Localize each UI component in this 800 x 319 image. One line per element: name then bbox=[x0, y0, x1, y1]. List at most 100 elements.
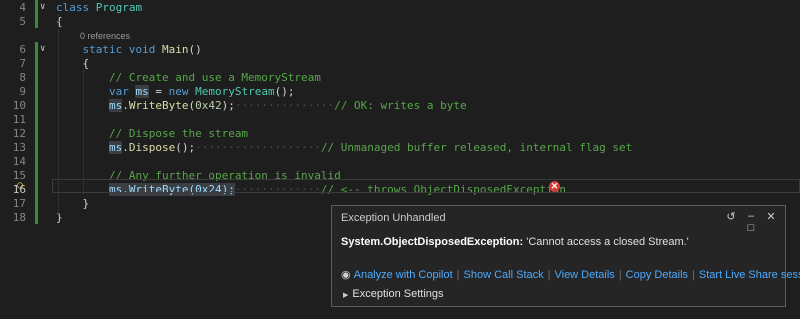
code-token: } bbox=[82, 197, 90, 210]
link-separator: | bbox=[456, 268, 460, 281]
line-number: 11 bbox=[12, 113, 26, 126]
code-token: } bbox=[56, 211, 63, 224]
code-line[interactable]: 8 // Create and use a MemoryStream bbox=[0, 71, 800, 85]
code-token: MemoryStream bbox=[195, 85, 275, 98]
line-number: 8 bbox=[19, 71, 26, 84]
lightbulb-icon[interactable]: ○ bbox=[17, 181, 27, 191]
code-editor[interactable]: 4 class Program 5{6 static void Main() 7 {8… bbox=[0, 0, 800, 319]
code-text: // Create and use a MemoryStream bbox=[56, 71, 321, 85]
code-text: { bbox=[56, 15, 63, 29]
code-line[interactable]: 11 bbox=[0, 113, 800, 127]
code-token: { bbox=[56, 15, 63, 28]
code-token: . bbox=[122, 99, 129, 112]
code-token: void bbox=[128, 43, 162, 56]
code-token: static bbox=[82, 43, 129, 56]
line-number: 4 bbox=[19, 1, 26, 14]
code-token: ··················· bbox=[195, 141, 321, 154]
code-token: class bbox=[56, 1, 96, 14]
code-token: = bbox=[148, 85, 169, 98]
code-line[interactable]: 5{ bbox=[0, 15, 800, 29]
code-text: } bbox=[56, 211, 63, 225]
exception-message: System.ObjectDisposedException: 'Cannot … bbox=[341, 236, 689, 248]
line-number: 6 bbox=[19, 43, 26, 56]
code-token: // Unmanaged buffer released, internal f… bbox=[320, 141, 633, 154]
analyze-with-copilot-link[interactable]: Analyze with Copilot bbox=[354, 269, 453, 281]
code-token: ms bbox=[108, 99, 123, 112]
link-separator: | bbox=[618, 268, 622, 281]
code-token: Dispose bbox=[128, 141, 176, 154]
exception-settings-label: Exception Settings bbox=[352, 288, 444, 300]
code-token: ); bbox=[221, 99, 235, 112]
exception-text: 'Cannot access a closed Stream.' bbox=[523, 236, 689, 248]
code-token: ms bbox=[108, 141, 123, 154]
code-token: var bbox=[108, 85, 136, 98]
link-separator: | bbox=[692, 268, 695, 281]
code-text: } bbox=[56, 197, 90, 211]
current-line-highlight bbox=[52, 179, 800, 193]
code-line[interactable]: 9 var ms = new MemoryStream(); bbox=[0, 85, 800, 99]
line-number: 7 bbox=[19, 57, 26, 70]
code-token: (); bbox=[175, 141, 196, 154]
code-token: ··············· bbox=[234, 99, 335, 112]
exception-settings-toggle[interactable]: ▶ Exception Settings bbox=[343, 288, 444, 300]
pin-icon[interactable]: –□ bbox=[745, 210, 757, 234]
code-line[interactable]: 4 class Program bbox=[0, 1, 800, 15]
copy-details-link[interactable]: Copy Details bbox=[626, 269, 688, 281]
line-number: 18 bbox=[12, 211, 26, 224]
code-text: // Dispose the stream bbox=[56, 127, 248, 141]
change-bar bbox=[35, 0, 38, 28]
popup-title: Exception Unhandled bbox=[341, 212, 446, 224]
code-token: new bbox=[168, 85, 196, 98]
code-text: { bbox=[56, 57, 90, 71]
code-text: static void Main() bbox=[56, 43, 202, 57]
code-token: Main bbox=[161, 43, 189, 56]
code-line[interactable]: 12 // Dispose the stream bbox=[0, 127, 800, 141]
code-line[interactable]: 13 ms.Dispose();···················// Un… bbox=[0, 141, 800, 155]
indent-guide bbox=[83, 70, 84, 194]
code-line[interactable]: 14 bbox=[0, 155, 800, 169]
copilot-icon: ◉ bbox=[341, 269, 351, 281]
code-token: () bbox=[188, 43, 202, 56]
fold-chevron-icon[interactable]: ∨ bbox=[40, 44, 50, 54]
code-line[interactable]: 6 static void Main() bbox=[0, 43, 800, 57]
code-text: class Program bbox=[56, 1, 142, 15]
live-share-link[interactable]: Start Live Share session bbox=[699, 269, 800, 281]
code-token: . bbox=[122, 141, 129, 154]
code-token: ms bbox=[135, 85, 149, 98]
exception-type: System.ObjectDisposedException: bbox=[341, 236, 524, 248]
code-token: 0x42 bbox=[195, 99, 222, 112]
code-token: WriteByte bbox=[128, 99, 189, 112]
view-details-link[interactable]: View Details bbox=[554, 269, 614, 281]
line-number: 12 bbox=[12, 127, 26, 140]
fold-chevron-icon[interactable]: ∨ bbox=[40, 2, 50, 12]
exception-popup: Exception Unhandled ↺ –□ ✕ System.Object… bbox=[331, 205, 800, 307]
show-call-stack-link[interactable]: Show Call Stack bbox=[464, 269, 544, 281]
history-icon[interactable]: ↺ bbox=[725, 210, 737, 234]
line-number: 9 bbox=[19, 85, 26, 98]
code-line[interactable]: 7 { bbox=[0, 57, 800, 71]
code-text: ms.Dispose();···················// Unman… bbox=[56, 141, 632, 155]
code-token: // Dispose the stream bbox=[108, 127, 249, 140]
line-number: 17 bbox=[12, 197, 26, 210]
line-number: 13 bbox=[12, 141, 26, 154]
code-line[interactable]: 10 ms.WriteByte(0x42);···············// … bbox=[0, 99, 800, 113]
code-token: { bbox=[82, 57, 90, 70]
code-text: var ms = new MemoryStream(); bbox=[56, 85, 294, 99]
error-icon[interactable]: ✕ bbox=[549, 181, 560, 192]
code-token: Program bbox=[95, 1, 143, 14]
expand-triangle-icon: ▶ bbox=[343, 292, 349, 299]
code-token: // Create and use a MemoryStream bbox=[108, 71, 321, 84]
link-separator: | bbox=[547, 268, 551, 281]
line-number: 14 bbox=[12, 155, 26, 168]
code-lens-references[interactable]: 0 references bbox=[80, 31, 130, 41]
code-text: ms.WriteByte(0x42);···············// OK:… bbox=[56, 99, 467, 113]
line-number: 5 bbox=[19, 15, 26, 28]
line-number: 10 bbox=[12, 99, 26, 112]
code-token: (); bbox=[274, 85, 295, 98]
code-token: // OK: writes a byte bbox=[334, 99, 467, 112]
close-icon[interactable]: ✕ bbox=[765, 210, 777, 234]
change-bar bbox=[35, 42, 38, 224]
